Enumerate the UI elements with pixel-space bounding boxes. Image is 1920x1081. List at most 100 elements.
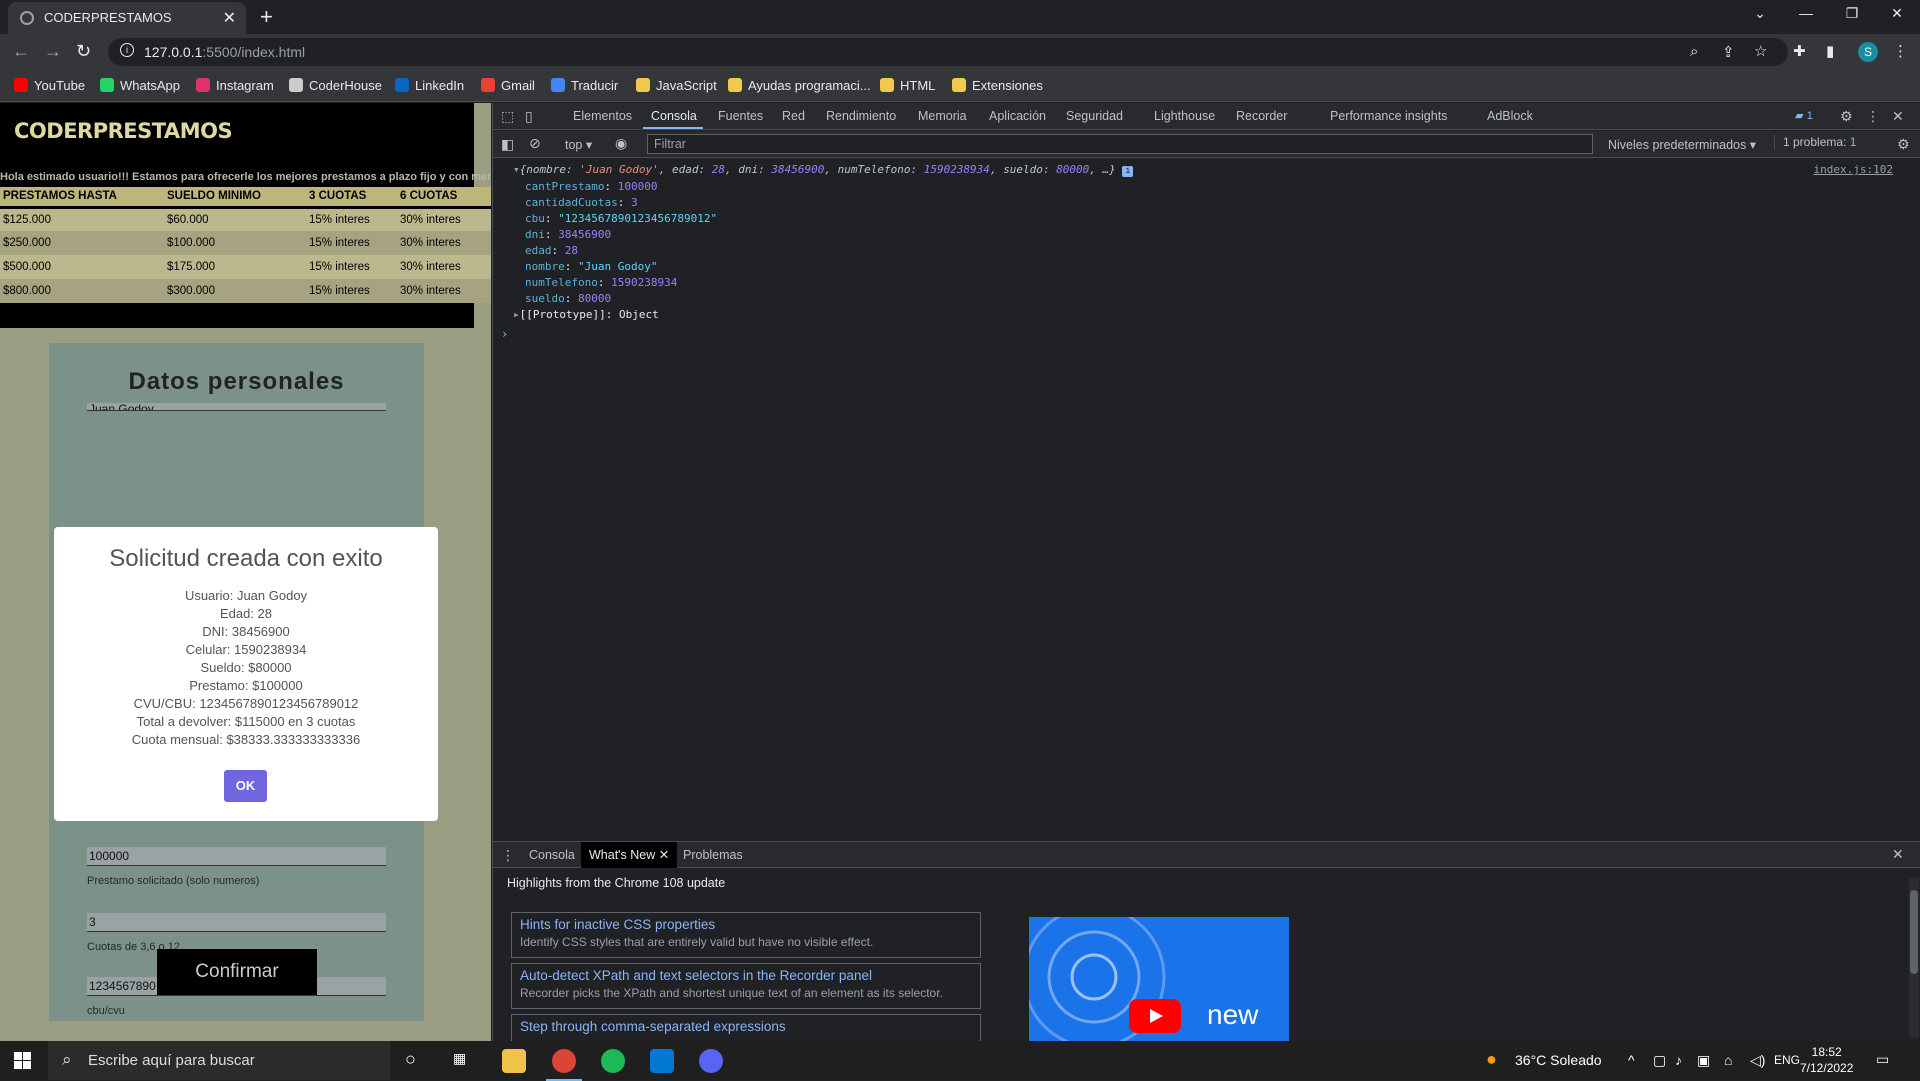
windows-start-icon[interactable] <box>14 1052 31 1069</box>
bookmark-folder-ayudas[interactable]: Ayudas programaci... <box>728 78 871 93</box>
expand-triangle-icon[interactable]: ▸ <box>513 308 520 321</box>
messages-badge[interactable]: ▰ 1 <box>1787 107 1821 125</box>
address-bar[interactable]: i 127.0.0.1:5500/index.html ⌕ ⇪ ☆ <box>108 38 1788 66</box>
cortana-icon[interactable]: ○ <box>405 1049 416 1070</box>
prestamo-field[interactable]: 100000 <box>87 847 386 866</box>
problems-counter[interactable]: 1 problema: 1 <box>1774 135 1856 149</box>
microphone-icon[interactable]: ♪ <box>1675 1052 1682 1068</box>
whats-new-video-thumbnail[interactable]: new <box>1029 917 1289 1042</box>
meet-icon[interactable]: ▢ <box>1653 1052 1666 1069</box>
devtools-menu-icon[interactable]: ⋮ <box>1866 108 1880 125</box>
card-title[interactable]: Step through comma-separated expressions <box>520 1019 972 1034</box>
reload-button[interactable]: ↻ <box>76 41 91 62</box>
context-selector[interactable]: top ▾ <box>565 137 592 152</box>
close-drawer-icon[interactable]: ✕ <box>1892 846 1904 863</box>
drawer-tab-consola[interactable]: Consola <box>529 848 575 862</box>
clock[interactable]: 18:52 7/12/2022 <box>1800 1044 1853 1076</box>
language-indicator[interactable]: ENG <box>1774 1053 1800 1067</box>
tab-aplicacion[interactable]: Aplicación <box>989 109 1046 123</box>
profile-avatar[interactable]: S <box>1858 42 1878 62</box>
drawer-tab-problemas[interactable]: Problemas <box>683 848 743 862</box>
vscode-icon[interactable] <box>650 1049 674 1073</box>
console-prompt-chevron-icon[interactable]: › <box>501 327 508 341</box>
tab-search-icon[interactable]: ⌄ <box>1737 5 1783 22</box>
network-icon[interactable]: ⌂ <box>1724 1052 1732 1068</box>
menu-kebab-icon[interactable]: ⋮ <box>1893 42 1908 60</box>
bookmark-whatsapp[interactable]: WhatsApp <box>100 78 180 93</box>
zoom-icon[interactable]: ⌕ <box>1690 43 1698 60</box>
bookmark-folder-javascript[interactable]: JavaScript <box>636 78 717 93</box>
bookmark-youtube[interactable]: YouTube <box>14 78 85 93</box>
tab-elementos[interactable]: Elementos <box>573 109 632 123</box>
source-link[interactable]: index.js:102 <box>1814 163 1893 176</box>
tab-seguridad[interactable]: Seguridad <box>1066 109 1123 123</box>
back-button[interactable]: ← <box>12 41 30 62</box>
extensions-icon[interactable]: ✚ <box>1793 42 1806 60</box>
close-tab-icon[interactable]: ✕ <box>223 8 236 28</box>
expand-triangle-icon[interactable]: ▾ <box>513 163 520 176</box>
cuotas-field[interactable]: 3 <box>87 913 386 932</box>
tray-chevron-icon[interactable]: ^ <box>1628 1052 1635 1068</box>
card-title[interactable]: Hints for inactive CSS properties <box>520 917 972 932</box>
log-levels-dropdown[interactable]: Niveles predeterminados ▾ <box>1608 137 1756 152</box>
whats-new-card[interactable]: Step through comma-separated expressions <box>511 1014 981 1042</box>
discord-icon[interactable] <box>699 1049 723 1073</box>
tab-rendimiento[interactable]: Rendimiento <box>826 109 896 123</box>
bookmark-linkedin[interactable]: LinkedIn <box>395 78 464 93</box>
drawer-tab-whats-new[interactable]: What's New ✕ <box>581 842 678 868</box>
share-icon[interactable]: ⇪ <box>1722 43 1735 61</box>
bookmark-instagram[interactable]: Instagram <box>196 78 274 93</box>
settings-gear-icon[interactable]: ⚙ <box>1840 108 1853 125</box>
drawer-scrollbar[interactable] <box>1909 878 1919 1038</box>
close-window-button[interactable]: ✕ <box>1874 5 1920 22</box>
whats-new-card[interactable]: Hints for inactive CSS properties Identi… <box>511 912 981 958</box>
tab-consola[interactable]: Consola <box>651 109 697 123</box>
bookmark-star-icon[interactable]: ☆ <box>1754 42 1767 60</box>
volume-icon[interactable]: ◁) <box>1750 1052 1765 1069</box>
close-devtools-icon[interactable]: ✕ <box>1892 108 1904 125</box>
ok-button[interactable]: OK <box>224 770 267 802</box>
spotify-icon[interactable] <box>601 1049 625 1073</box>
browser-tab[interactable]: CODERPRESTAMOS ✕ <box>8 2 246 34</box>
live-expression-eye-icon[interactable]: ◉ <box>615 135 627 152</box>
taskbar-search-box[interactable]: ⌕ Escribe aquí para buscar <box>48 1041 390 1080</box>
tab-red[interactable]: Red <box>782 109 805 123</box>
bookmark-folder-extensiones[interactable]: Extensiones <box>952 78 1043 93</box>
prototype-line[interactable]: ▸[[Prototype]]: Object <box>513 308 659 321</box>
forward-button[interactable]: → <box>44 41 62 62</box>
inspect-element-icon[interactable]: ⬚ <box>501 108 514 125</box>
site-info-icon[interactable]: i <box>120 43 134 57</box>
whats-new-card[interactable]: Auto-detect XPath and text selectors in … <box>511 963 981 1009</box>
file-explorer-icon[interactable] <box>502 1049 526 1073</box>
tab-lighthouse[interactable]: Lighthouse <box>1154 109 1215 123</box>
clear-console-icon[interactable]: ⊘ <box>529 135 541 152</box>
drawer-menu-icon[interactable]: ⋮ <box>501 847 515 864</box>
restore-button[interactable]: ❐ <box>1829 5 1875 22</box>
device-toolbar-icon[interactable]: ▯ <box>525 108 533 125</box>
task-view-icon[interactable]: ▦ <box>453 1050 466 1067</box>
weather-text[interactable]: 36°C Soleado <box>1515 1052 1602 1068</box>
tab-recorder[interactable]: Recorder <box>1236 109 1287 123</box>
card-title[interactable]: Auto-detect XPath and text selectors in … <box>520 968 972 983</box>
sidebar-toggle-icon[interactable]: ◧ <box>501 136 514 153</box>
screen-icon[interactable]: ▣ <box>1697 1052 1710 1069</box>
notifications-icon[interactable]: ▭ <box>1876 1051 1889 1068</box>
side-panel-icon[interactable]: ▮ <box>1826 42 1834 60</box>
new-tab-button[interactable]: + <box>260 4 273 30</box>
minimize-button[interactable]: — <box>1783 5 1829 21</box>
bookmark-coderhouse[interactable]: CoderHouse <box>289 78 382 93</box>
bookmark-gmail[interactable]: Gmail <box>481 78 535 93</box>
youtube-play-icon[interactable] <box>1129 999 1181 1033</box>
name-field[interactable]: Juan Godoy <box>87 403 386 411</box>
bookmark-folder-html[interactable]: HTML <box>880 78 935 93</box>
tab-adblock[interactable]: AdBlock <box>1487 109 1533 123</box>
console-settings-icon[interactable]: ⚙ <box>1897 136 1910 153</box>
bookmark-traducir[interactable]: Traducir <box>551 78 618 93</box>
tab-memoria[interactable]: Memoria <box>918 109 967 123</box>
confirm-button[interactable]: Confirmar <box>157 949 317 995</box>
weather-sun-icon[interactable]: ● <box>1486 1049 1497 1070</box>
close-tab-icon[interactable]: ✕ <box>659 848 669 862</box>
console-filter-input[interactable]: Filtrar <box>647 134 1593 154</box>
chrome-icon[interactable] <box>546 1049 582 1081</box>
object-summary[interactable]: ▾{nombre: 'Juan Godoy', edad: 28, dni: 3… <box>513 163 1134 177</box>
